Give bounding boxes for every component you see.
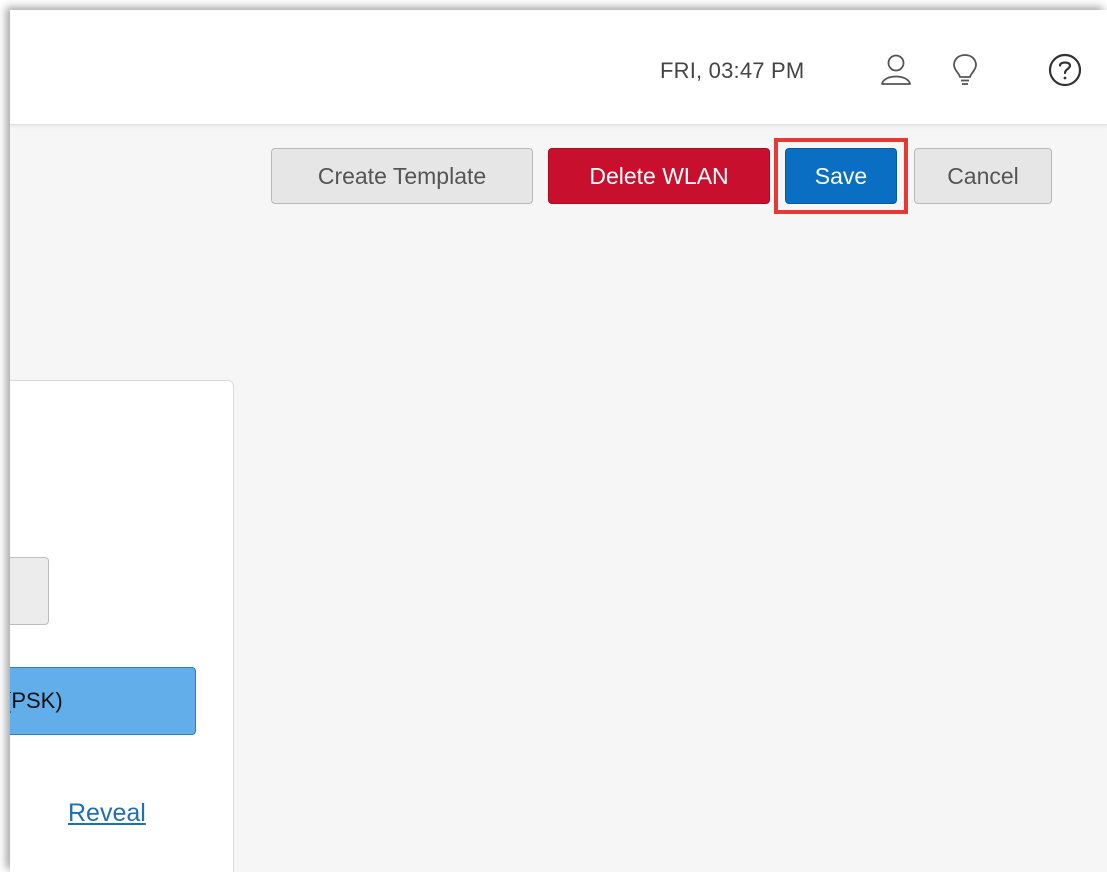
user-icon[interactable] bbox=[876, 50, 916, 90]
delete-wlan-button[interactable]: Delete WLAN bbox=[548, 148, 770, 204]
clock-display: FRI, 03:47 PM bbox=[660, 58, 805, 83]
top-bar: FRI, 03:47 PM bbox=[10, 10, 1107, 125]
lightbulb-icon[interactable] bbox=[945, 50, 985, 90]
security-type-selected-option[interactable]: (PSK) bbox=[10, 667, 196, 735]
settings-panel: (PSK) Reveal bbox=[10, 380, 234, 872]
app-window: FRI, 03:47 PM Create Template Delete WLA… bbox=[10, 10, 1107, 872]
security-type-label: (PSK) bbox=[10, 688, 63, 713]
help-icon[interactable] bbox=[1045, 50, 1085, 90]
panel-button[interactable] bbox=[10, 557, 49, 625]
reveal-link[interactable]: Reveal bbox=[68, 799, 146, 828]
save-button[interactable]: Save bbox=[785, 148, 897, 204]
cancel-button[interactable]: Cancel bbox=[914, 148, 1052, 204]
create-template-button[interactable]: Create Template bbox=[271, 148, 533, 204]
